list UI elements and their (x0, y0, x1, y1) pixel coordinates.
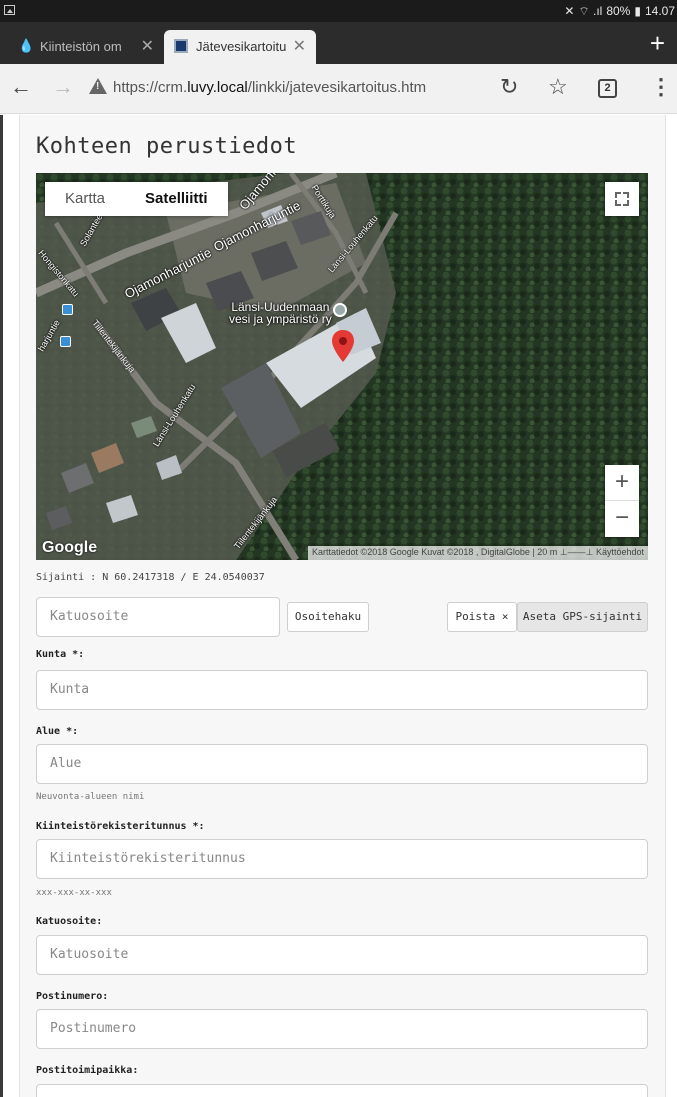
fullscreen-icon (615, 200, 621, 206)
postitoimipaikka-label: Postitoimipaikka: (36, 1065, 139, 1076)
back-arrow-icon[interactable]: ← (10, 74, 32, 100)
battery-icon: ▮ (634, 4, 641, 18)
fullscreen-icon (623, 200, 629, 206)
alue-input[interactable]: Alue (36, 744, 648, 784)
katuosoite-label: Katuosoite: (36, 916, 103, 927)
map-type-satelliitti-button[interactable]: Satelliitti (125, 182, 228, 216)
bookmark-star-icon[interactable]: ☆ (548, 74, 568, 100)
clock: 14.07 (644, 4, 675, 18)
alue-label: Alue *: (36, 726, 79, 737)
postinumero-input[interactable]: Postinumero (36, 1009, 648, 1049)
location-coordinates: Sijainti : N 60.2417318 / E 24.0540037 (36, 572, 265, 583)
postinumero-label: Postinumero: (36, 991, 109, 1002)
site-favicon-icon (174, 39, 188, 53)
map-type-kartta-button[interactable]: Kartta (45, 182, 125, 216)
poi-marker-icon[interactable] (333, 303, 347, 317)
battery-level: 80% (606, 4, 631, 18)
close-tab-icon[interactable]: ✕ (141, 36, 154, 56)
kunta-input[interactable]: Kunta (36, 670, 648, 710)
water-drops-icon: 💧 (18, 38, 35, 53)
map[interactable]: Ojamonharjuntie Ojamonharjuntie Ojamonha… (36, 173, 648, 560)
zoom-control: + − (605, 465, 639, 537)
remove-location-button[interactable]: Poista × (447, 602, 517, 632)
alue-help-text: Neuvonta-alueen nimi (36, 792, 145, 802)
kunta-label: Kunta *: (36, 649, 85, 660)
address-search-button[interactable]: Osoitehaku (287, 602, 369, 632)
address-search-input[interactable]: Katuosoite (36, 597, 280, 637)
place-label[interactable]: Länsi-Uudenmaan vesi ja ympäristö ry (229, 301, 332, 325)
gallery-notification-icon (4, 5, 15, 15)
set-gps-location-button[interactable]: Aseta GPS-sijainti (517, 602, 648, 632)
signal-icon: ⌔ .ıl (578, 4, 603, 18)
fullscreen-icon (615, 192, 621, 198)
url-field[interactable]: https://crm.luvy.local/linkki/jatevesika… (113, 79, 426, 96)
close-tab-icon[interactable]: ✕ (293, 36, 306, 56)
bluetooth-icon: ✕ (564, 4, 575, 18)
kiinteistorekisteritunnus-help-text: xxx-xxx-xx-xxx (36, 888, 112, 898)
tab-strip: 💧 Kiinteistön om ✕ Jätevesikartoitu ✕ + (0, 22, 677, 64)
map-type-toggle: Kartta Satelliitti (45, 182, 228, 216)
address-bar: ← → https://crm.luvy.local/linkki/jateve… (0, 64, 677, 114)
kiinteistorekisteritunnus-input[interactable]: Kiinteistörekisteritunnus (36, 839, 648, 879)
map-attribution[interactable]: Karttatiedot ©2018 Google Kuvat ©2018 , … (308, 546, 648, 560)
place-name-line: vesi ja ympäristö ry (229, 312, 332, 326)
zoom-in-button[interactable]: + (605, 465, 639, 501)
new-tab-button[interactable]: + (650, 30, 665, 56)
more-menu-icon[interactable]: ⋮ (650, 74, 672, 100)
tab-jatevesikartoitus[interactable]: Jätevesikartoitu ✕ (164, 30, 316, 64)
reload-icon[interactable]: ↻ (500, 74, 518, 100)
not-secure-warning-icon[interactable] (89, 78, 107, 94)
url-path: /linkki/jatevesikartoitus.htm (247, 79, 427, 96)
page-content: Kohteen perustiedot Ojamonharjuntie Ojam… (0, 115, 677, 1097)
status-bar: ✕ ⌔ .ıl 80% ▮ 14.07 (0, 0, 677, 22)
tab-title: Jätevesikartoitu (196, 39, 287, 54)
zoom-out-button[interactable]: − (605, 501, 639, 537)
url-domain: luvy.local (187, 79, 248, 96)
status-right: ✕ ⌔ .ıl 80% ▮ 14.07 (560, 4, 675, 19)
postitoimipaikka-input[interactable]: Postitoimipaikka (36, 1084, 648, 1097)
katuosoite-input[interactable]: Katuosoite (36, 935, 648, 975)
kiinteistorekisteritunnus-label: Kiinteistörekisteritunnus *: (36, 821, 205, 832)
tab-count-button[interactable]: 2 (598, 79, 617, 98)
tab-title: Kiinteistön om (40, 39, 122, 54)
fullscreen-button[interactable] (605, 182, 639, 216)
left-edge (0, 115, 3, 1097)
google-logo[interactable]: Google (42, 539, 97, 557)
url-prefix: https://crm. (113, 79, 188, 96)
tab-kiinteiston[interactable]: 💧 Kiinteistön om ✕ (8, 30, 164, 64)
forward-arrow-icon[interactable]: → (52, 74, 74, 100)
fullscreen-icon (623, 192, 629, 198)
location-pin-icon[interactable] (332, 330, 354, 362)
bus-stop-icon[interactable] (62, 304, 73, 315)
bus-stop-icon[interactable] (60, 336, 71, 347)
page-title: Kohteen perustiedot (36, 134, 298, 159)
